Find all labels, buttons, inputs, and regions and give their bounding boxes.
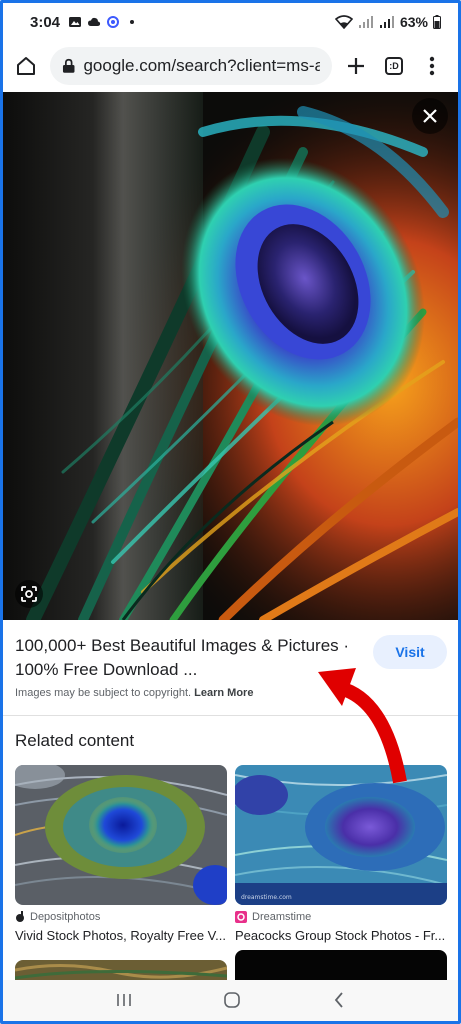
gallery-icon <box>69 17 82 27</box>
browser-toolbar: google.com/search?client=ms-ar :D <box>0 44 461 88</box>
related-card-1[interactable]: Depositphotos Vivid Stock Photos, Royalt… <box>15 765 227 943</box>
close-preview-button[interactable] <box>412 98 448 134</box>
url-text: google.com/search?client=ms-ar <box>83 56 320 75</box>
related-content-heading: Related content <box>15 731 135 750</box>
system-nav-bar <box>0 980 461 1024</box>
result-title-link[interactable]: 100,000+ Best Beautiful Images & Picture… <box>15 634 360 682</box>
learn-more-link[interactable]: Learn More <box>194 687 253 699</box>
preview-image[interactable] <box>3 92 458 620</box>
card-source: Dreamstime <box>252 911 312 923</box>
related-thumbnail-1 <box>15 765 227 905</box>
card-source: Depositphotos <box>30 911 101 923</box>
recents-icon <box>117 993 131 1006</box>
svg-text:dreamstime.com: dreamstime.com <box>241 894 292 901</box>
divider <box>3 715 458 716</box>
visit-button[interactable]: Visit <box>373 635 447 669</box>
related-thumbnail-3[interactable] <box>15 960 227 980</box>
tab-switcher-button[interactable]: :D <box>380 52 408 80</box>
cloud-icon <box>88 17 101 26</box>
home-nav-button[interactable] <box>223 991 241 1014</box>
status-time: 3:04 <box>30 13 61 31</box>
sync-icon <box>107 16 120 28</box>
new-tab-button[interactable] <box>342 52 370 80</box>
copyright-notice: Images may be subject to copyright. Lear… <box>15 687 253 699</box>
related-thumbnail-4[interactable] <box>235 950 447 980</box>
card-title: Peacocks Group Stock Photos - Fr... <box>235 928 446 943</box>
close-icon <box>423 109 437 123</box>
status-bar: 3:04 63% <box>0 0 461 44</box>
card-title: Vivid Stock Photos, Royalty Free V... <box>15 928 226 943</box>
copyright-text: Images may be subject to copyright. <box>15 687 192 699</box>
more-icon <box>429 56 435 76</box>
address-bar[interactable]: google.com/search?client=ms-ar <box>50 47 332 85</box>
back-button[interactable] <box>332 991 346 1014</box>
lens-button[interactable] <box>15 580 43 608</box>
result-title-line1: 100,000+ Best Beautiful Images & Picture… <box>15 636 350 655</box>
related-card-2[interactable]: dreamstime.com Dreamstime Peacocks Group… <box>235 765 447 943</box>
home-nav-icon <box>224 991 241 1008</box>
lens-icon <box>21 586 37 602</box>
battery-level: 63% <box>399 14 428 30</box>
signal-icon-2 <box>379 16 394 28</box>
dot-icon <box>130 20 135 24</box>
related-thumbnail-2: dreamstime.com <box>235 765 447 905</box>
peacock-feather-image <box>3 92 458 620</box>
more-menu-button[interactable] <box>418 52 446 80</box>
depositphotos-logo-icon <box>16 911 24 922</box>
lock-icon <box>62 58 75 73</box>
tab-switcher-icon: :D <box>385 57 403 75</box>
new-tab-icon <box>348 58 364 74</box>
dreamstime-logo-icon <box>235 911 247 923</box>
battery-icon <box>433 15 441 29</box>
wifi-icon <box>334 15 353 29</box>
recents-button[interactable] <box>115 992 133 1013</box>
signal-icon <box>358 16 373 28</box>
home-icon <box>17 57 35 75</box>
back-icon <box>334 991 343 1008</box>
home-button[interactable] <box>12 52 40 80</box>
result-title-line2: 100% Free Download ... <box>15 660 198 679</box>
